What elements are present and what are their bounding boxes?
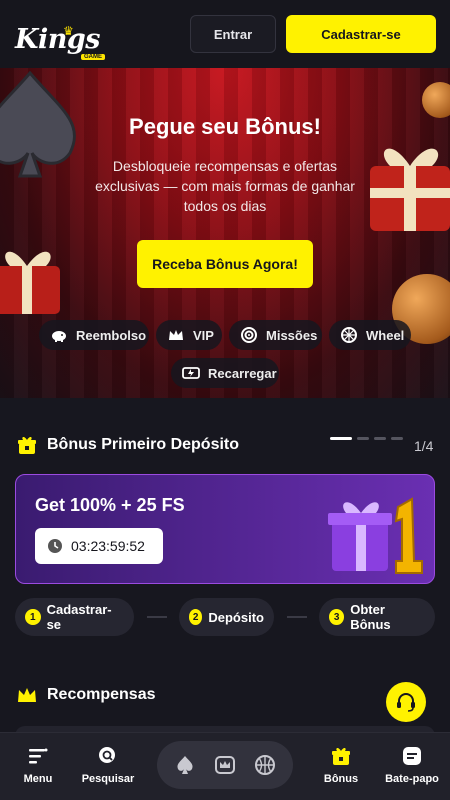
chip-wheel[interactable]: Wheel [329,320,411,350]
menu-icon [29,748,48,764]
logo-crown-icon: ♛ [63,24,74,38]
coin-decoration-icon [422,82,450,118]
chip-label: Reembolso [76,327,147,343]
headset-icon [397,693,415,712]
wheel-icon [340,326,358,344]
step-label: Cadastrar-se [46,602,112,632]
section-title: Recompensas [47,686,156,703]
nav-label: Pesquisar [81,773,135,785]
gift-decoration-icon [370,148,450,231]
step-divider [287,616,307,618]
nav-menu[interactable]: Menu [6,745,70,785]
nav-label: Bônus [323,773,359,785]
chip-label: Missões [266,327,318,343]
rewards-header: Recompensas [16,684,156,706]
chip-recarregar[interactable]: Recarregar [171,358,279,388]
chip-reembolso[interactable]: Reembolso [39,320,149,350]
nav-label: Bate-papo [385,773,439,785]
step-number: 3 [329,609,345,625]
get-bonus-button[interactable]: Receba Bônus Agora! [137,240,313,288]
crown-icon [167,326,185,344]
hero-description: Desbloqueie recompensas e ofertas exclus… [95,158,355,214]
search-icon [99,747,115,763]
gift-icon [18,436,36,454]
logo-text: Kings [15,24,100,55]
signup-button[interactable]: Cadastrar-se [286,15,436,53]
step-number: 1 [25,609,41,625]
pager-count: 1/4 [414,438,434,454]
timer-value: 03:23:59:52 [71,538,145,554]
bottom-nav: Menu Pesquisar Bônus Bate-papo [0,732,450,800]
gift-decoration-left-icon [0,251,60,314]
pager-dot[interactable] [391,437,403,440]
top-header: Kings ♛ GAME Entrar Cadastrar-se [0,0,450,68]
countdown-timer: 03:23:59:52 [35,528,163,564]
carousel-pager[interactable] [330,437,408,440]
logo-sub: GAME [81,54,105,60]
basketball-icon[interactable] [254,754,276,776]
chip-missoes[interactable]: Missões [229,320,322,350]
step-signup[interactable]: 1 Cadastrar-se [15,598,134,636]
nav-bonus[interactable]: Bônus [309,745,373,785]
login-button[interactable]: Entrar [190,15,276,53]
page: Kings ♛ GAME Entrar Cadastrar-se Pegue s… [0,0,450,800]
nav-label: Menu [23,773,53,785]
gift-number-one-icon [328,497,423,574]
step-divider [147,616,167,618]
chat-icon [403,747,421,765]
bonus-steps: 1 Cadastrar-se 2 Depósito 3 Obter Bônus [0,598,450,636]
gift-icon [332,747,350,765]
pager-dot-active[interactable] [330,437,352,440]
chip-label: VIP [193,327,214,343]
step-number: 2 [189,609,203,625]
chip-label: Wheel [366,327,405,343]
step-label: Obter Bônus [350,602,391,632]
spade-icon[interactable] [174,754,196,776]
kings-logo[interactable]: Kings ♛ GAME [15,12,105,60]
chip-vip[interactable]: VIP [156,320,222,350]
crown-card-icon[interactable] [214,754,236,776]
target-icon [240,326,258,344]
pager-dot[interactable] [374,437,386,440]
reload-icon [182,364,200,382]
piggy-bank-icon [50,326,68,344]
nav-chat[interactable]: Bate-papo [380,745,444,785]
hero-title: Pegue seu Bônus! [129,114,321,139]
clock-icon [48,539,62,553]
first-deposit-promo-card[interactable]: Get 100% + 25 FS 03:23:59:52 [15,474,435,584]
pager-dot[interactable] [357,437,369,440]
step-get-bonus[interactable]: 3 Obter Bônus [319,598,435,636]
promo-title: Get 100% + 25 FS [35,495,185,515]
nav-games-group [157,741,293,789]
step-label: Depósito [208,609,264,625]
section-title: Bônus Primeiro Depósito [47,436,240,453]
nav-search[interactable]: Pesquisar [76,745,140,785]
crown-icon [18,688,36,702]
support-button[interactable] [386,682,426,722]
first-deposit-header: Bônus Primeiro Depósito [16,434,239,456]
chip-label: Recarregar [208,365,277,381]
step-deposit[interactable]: 2 Depósito [179,598,274,636]
bonus-hero-banner: Pegue seu Bônus! Desbloqueie recompensas… [0,68,450,398]
